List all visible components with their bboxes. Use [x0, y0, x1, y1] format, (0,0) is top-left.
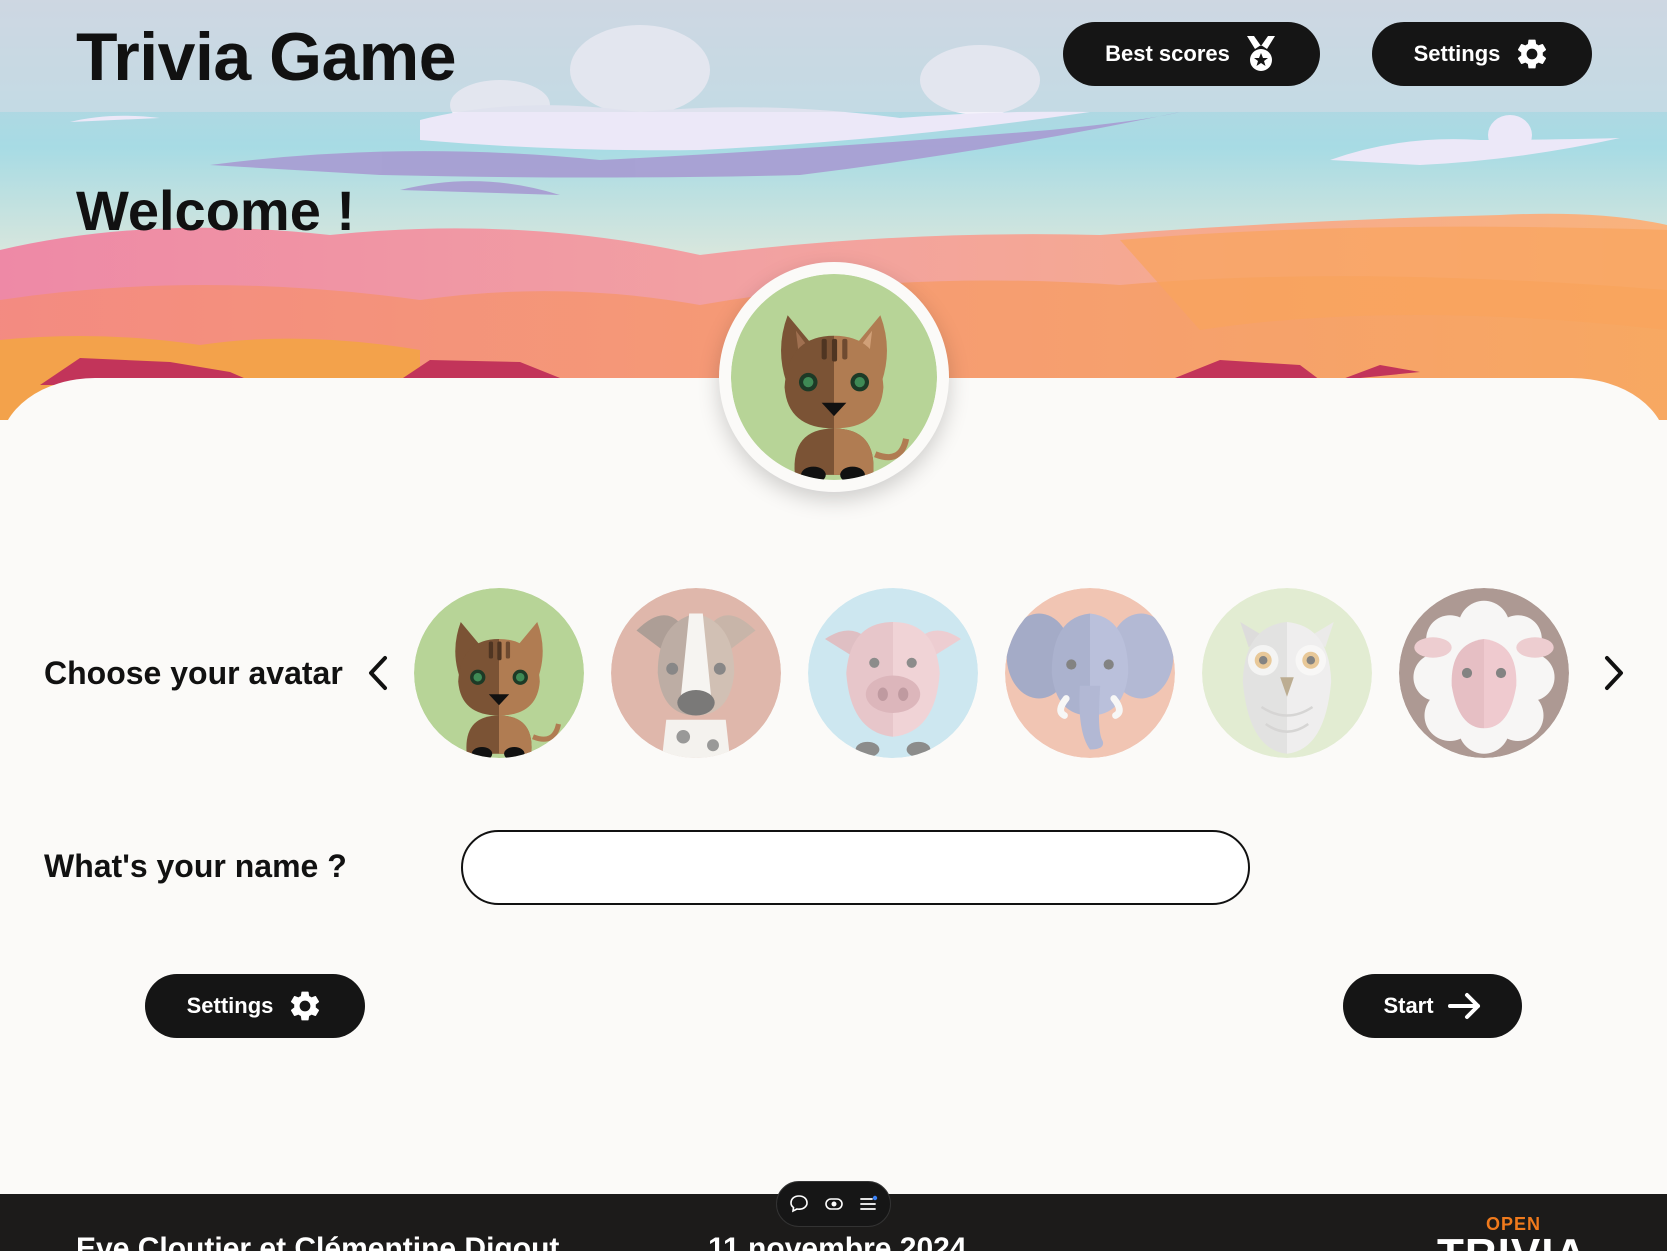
chevron-left-icon: [369, 656, 387, 690]
owl-icon: [1202, 588, 1372, 758]
sheep-icon: [1399, 588, 1569, 758]
chevron-right-icon: [1605, 656, 1623, 690]
welcome-heading: Welcome !: [76, 179, 356, 242]
settings-button-header[interactable]: Settings: [1372, 22, 1592, 86]
floating-toolbar: [776, 1181, 891, 1227]
start-button[interactable]: Start: [1343, 974, 1522, 1038]
avatar-option-elephant[interactable]: [1005, 588, 1175, 758]
top-bar: Trivia Game Best scores Settings: [0, 0, 1667, 112]
name-input[interactable]: [461, 830, 1250, 905]
footer-authors: Eve Cloutier et Clémentine Digout: [76, 1232, 560, 1251]
start-button-label: Start: [1383, 993, 1434, 1018]
comment-icon[interactable]: [787, 1192, 811, 1216]
name-label: What's your name ?: [44, 848, 347, 884]
choose-avatar-label: Choose your avatar: [44, 655, 343, 691]
avatar-option-sheep[interactable]: [1399, 588, 1569, 758]
pig-icon: [808, 588, 978, 758]
settings-button[interactable]: Settings: [145, 974, 365, 1038]
cat-icon: [414, 588, 584, 758]
cat-avatar-icon: [731, 274, 937, 480]
avatar-prev-button[interactable]: [360, 650, 396, 696]
arrow-right-icon: [1447, 993, 1480, 1019]
main-card: [0, 378, 1667, 1198]
elephant-icon: [1005, 588, 1175, 758]
medal-icon: [1246, 36, 1275, 71]
gear-icon: [1518, 39, 1547, 69]
avatar-option-owl[interactable]: [1202, 588, 1372, 758]
menu-icon[interactable]: [856, 1192, 880, 1216]
avatar-option-dog[interactable]: [611, 588, 781, 758]
open-trivia-logo-bottom: TRIVIA: [1437, 1230, 1587, 1251]
avatar-option-pig[interactable]: [808, 588, 978, 758]
eye-icon[interactable]: [822, 1192, 846, 1216]
app-title: Trivia Game: [76, 19, 457, 95]
footer-date: 11 novembre 2024: [708, 1232, 967, 1251]
best-scores-button[interactable]: Best scores: [1063, 22, 1320, 86]
selected-avatar: [719, 262, 949, 492]
avatar-next-button[interactable]: [1596, 650, 1632, 696]
dog-icon: [611, 588, 781, 758]
gear-icon: [291, 991, 320, 1021]
settings-button-label: Settings: [186, 993, 274, 1018]
avatar-option-cat[interactable]: [414, 588, 584, 758]
best-scores-label: Best scores: [1105, 41, 1230, 66]
settings-label: Settings: [1413, 41, 1501, 66]
